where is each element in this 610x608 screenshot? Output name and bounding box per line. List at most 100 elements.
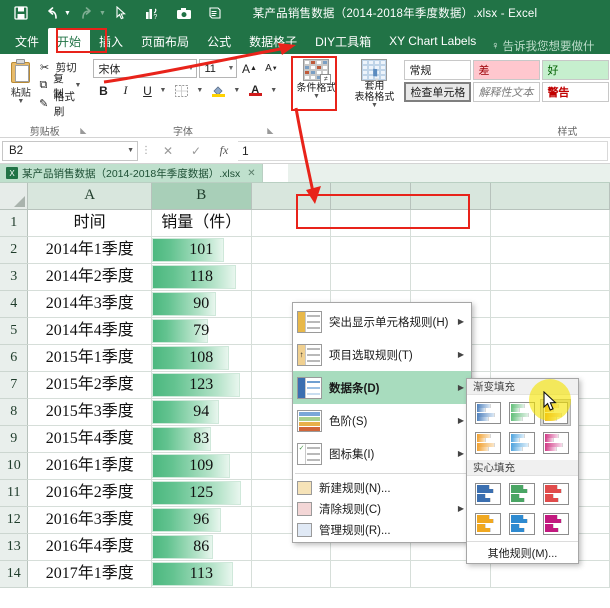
name-box-dropdown-icon[interactable]: ▼ — [127, 147, 134, 154]
chart-icon[interactable]: ? — [138, 2, 168, 24]
font-color-button[interactable]: A — [242, 81, 268, 100]
conditional-formatting-button[interactable]: ≠ 条件格式 ▼ — [288, 57, 344, 100]
format-as-table-button[interactable]: 套用 表格格式 ▼ — [348, 57, 400, 109]
row-header-3[interactable]: 3 — [0, 263, 29, 291]
cell-a10[interactable]: 2016年1季度 — [27, 452, 152, 480]
underline-button[interactable]: U — [137, 81, 157, 100]
increase-font-size-icon[interactable]: A ▲ — [239, 59, 259, 78]
cell-e3[interactable] — [410, 263, 491, 291]
menu-item-color-scales[interactable]: 色阶(S) ▶ — [293, 404, 471, 437]
pointer-icon[interactable] — [107, 2, 137, 24]
cell-d15[interactable] — [330, 587, 411, 588]
cell-a8[interactable]: 2015年3季度 — [27, 398, 152, 426]
style-check-cell[interactable]: 检查单元格 — [404, 82, 472, 102]
cell-b1[interactable]: 销量（件） — [151, 209, 252, 237]
solid-fill-option-3[interactable] — [540, 480, 571, 507]
formula-bar-handle[interactable]: ⋮ — [138, 145, 154, 156]
tab-xy-chart-labels[interactable]: XY Chart Labels — [380, 28, 485, 54]
gradient-fill-option-1[interactable] — [472, 399, 503, 426]
style-warning[interactable]: 警告 — [542, 82, 610, 102]
formula-input[interactable]: 1 — [238, 140, 608, 161]
menu-item-top-bottom-rules[interactable]: ↑ 项目选取规则(T) ▶ — [293, 338, 471, 371]
column-header-a[interactable]: A — [27, 183, 152, 210]
clipboard-dialog-launcher-icon[interactable]: ◣ — [80, 126, 86, 135]
row-header-15[interactable]: 15 — [0, 587, 29, 588]
font-size-dropdown-icon[interactable]: ▼ — [224, 65, 235, 72]
paste-dropdown-icon[interactable]: ▼ — [17, 98, 24, 105]
cell-d3[interactable] — [330, 263, 411, 291]
borders-dropdown-icon[interactable]: ▼ — [196, 87, 203, 94]
style-normal[interactable]: 常规 — [404, 60, 472, 80]
row-header-1[interactable]: 1 — [0, 209, 29, 237]
menu-item-icon-sets[interactable]: ✓ 图标集(I) ▶ — [293, 437, 471, 470]
row-header-13[interactable]: 13 — [0, 533, 29, 561]
cell-b7[interactable]: 123 — [151, 371, 252, 399]
column-header-b[interactable]: B — [151, 183, 252, 210]
tell-me-search[interactable]: ♀ 告诉我您想要做什 — [491, 38, 594, 54]
row-header-4[interactable]: 4 — [0, 290, 29, 318]
style-explanatory-text[interactable]: 解释性文本 — [473, 82, 541, 102]
style-good[interactable]: 好 — [542, 60, 610, 80]
row-header-10[interactable]: 10 — [0, 452, 29, 480]
undo-icon[interactable] — [37, 2, 67, 24]
row-header-8[interactable]: 8 — [0, 398, 29, 426]
tab-insert[interactable]: 插入 — [90, 28, 132, 54]
name-box[interactable]: B2 ▼ — [2, 140, 138, 161]
borders-button[interactable] — [168, 81, 194, 100]
gradient-fill-option-6[interactable] — [540, 429, 571, 456]
column-header-f[interactable] — [490, 183, 610, 210]
solid-fill-option-2[interactable] — [506, 480, 537, 507]
cell-f2[interactable] — [490, 236, 610, 264]
cell-f14[interactable] — [490, 560, 610, 588]
cell-a5[interactable]: 2014年4季度 — [27, 317, 152, 345]
cell-a15[interactable]: 2017年2季度 — [27, 587, 152, 588]
cancel-edit-icon[interactable]: ✕ — [154, 144, 182, 158]
fill-color-button[interactable] — [205, 81, 231, 100]
cell-f15[interactable] — [490, 587, 610, 588]
font-name-dropdown-icon[interactable]: ▼ — [184, 65, 195, 72]
solid-fill-option-4[interactable] — [472, 510, 503, 537]
column-header-d[interactable] — [330, 183, 411, 210]
cell-c3[interactable] — [251, 263, 332, 291]
menu-item-new-rule[interactable]: 新建规则(N)... — [293, 477, 471, 498]
menu-item-clear-rules[interactable]: 清除规则(C) ▶ — [293, 498, 471, 519]
camera-icon[interactable] — [169, 2, 199, 24]
row-header-11[interactable]: 11 — [0, 479, 29, 507]
cell-d14[interactable] — [330, 560, 411, 588]
cell-f1[interactable] — [490, 209, 610, 237]
cell-b11[interactable]: 125 — [151, 479, 252, 507]
row-header-2[interactable]: 2 — [0, 236, 29, 264]
cell-b15[interactable]: 131 — [151, 587, 252, 588]
gradient-fill-option-5[interactable] — [506, 429, 537, 456]
tab-page-layout[interactable]: 页面布局 — [132, 28, 198, 54]
cell-c1[interactable] — [251, 209, 332, 237]
cell-e14[interactable] — [410, 560, 491, 588]
row-header-5[interactable]: 5 — [0, 317, 29, 345]
cell-a13[interactable]: 2016年4季度 — [27, 533, 152, 561]
cell-b9[interactable]: 83 — [151, 425, 252, 453]
solid-fill-option-1[interactable] — [472, 480, 503, 507]
paste-button[interactable]: 粘贴 ▼ — [4, 57, 38, 105]
cell-e1[interactable] — [410, 209, 491, 237]
italic-button[interactable]: I — [115, 81, 135, 100]
row-header-9[interactable]: 9 — [0, 425, 29, 453]
row-header-14[interactable]: 14 — [0, 560, 29, 588]
cell-a3[interactable]: 2014年2季度 — [27, 263, 152, 291]
cell-c15[interactable] — [251, 587, 332, 588]
row-header-7[interactable]: 7 — [0, 371, 29, 399]
column-header-c[interactable] — [251, 183, 332, 210]
cell-b5[interactable]: 79 — [151, 317, 252, 345]
cell-a9[interactable]: 2015年4季度 — [27, 425, 152, 453]
cell-b4[interactable]: 90 — [151, 290, 252, 318]
cell-b8[interactable]: 94 — [151, 398, 252, 426]
undo-dropdown-icon[interactable]: ▼ — [64, 10, 71, 17]
row-header-12[interactable]: 12 — [0, 506, 29, 534]
cell-b12[interactable]: 96 — [151, 506, 252, 534]
cell-a2[interactable]: 2014年1季度 — [27, 236, 152, 264]
format-painter-button[interactable]: ✎ 格式刷 — [38, 91, 86, 118]
new-document-tab-button[interactable] — [261, 164, 288, 182]
menu-item-highlight-rules[interactable]: 突出显示单元格规则(H) ▶ — [293, 305, 471, 338]
cell-b2[interactable]: 101 — [151, 236, 252, 264]
tab-formulas[interactable]: 公式 — [198, 28, 240, 54]
gradient-fill-option-4[interactable] — [472, 429, 503, 456]
